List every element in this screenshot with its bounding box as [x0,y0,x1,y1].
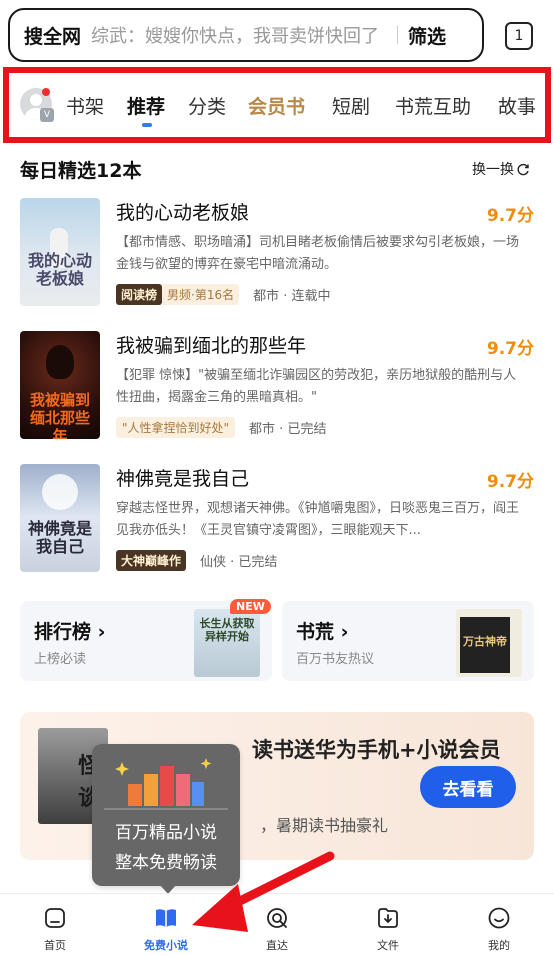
book-description: 【都市情感、职场暗涌】司机目睹老板偷情后被要求勾引老板娘，一场金钱与欲望的博弈在… [116,235,520,272]
nav-item-category[interactable]: 分类 [188,92,226,119]
direct-search-icon [267,908,287,928]
nav-item-short-drama[interactable]: 短剧 [332,92,370,119]
book-shortage-card[interactable]: 书荒 › 百万书友热议 万古神帝 [282,601,534,681]
book-title[interactable]: 我被骗到缅北的那些年 [116,331,306,358]
home-icon [45,908,65,928]
book-item[interactable]: 我被骗到缅北那些年 我被骗到缅北的那些年 9.7分 【犯罪 惊悚】"被骗至缅北诈… [20,331,534,443]
bottom-nav-label: 直达 [266,939,288,952]
book-cover[interactable]: 神佛竟是我自己 [20,464,100,572]
book-meta: 阅读榜 男频·第16名 都市 · 连载中 [116,284,331,305]
nav-item-recommend[interactable]: 推荐 [127,92,165,119]
book-icon [156,909,176,927]
book-cover[interactable]: 我的心动老板娘 [20,198,100,306]
bottom-nav: 首页 免费小说 直达 文件 我的 [0,893,554,956]
cover-title-text: 长生从获取异样开始 [199,617,255,643]
book-cover[interactable]: 我被骗到缅北那些年 [20,331,100,439]
bottom-nav-direct[interactable]: 直达 [222,894,332,956]
book-meta: "人性拿捏恰到好处" 都市 · 已完结 [116,417,326,438]
cover-title-text: 万古神帝 [463,635,507,648]
channel-nav: V 书架 推荐 分类 会员书 短剧 书荒互助 故事 [18,78,538,134]
chevron-right-icon: › [97,621,106,643]
book-genre-status: 仙侠 · 已完结 [200,555,278,570]
book-description: 【犯罪 惊悚】"被骗至缅北诈骗园区的劳改犯，亲历地狱般的酷刑与人性扭曲，揭露金三… [116,368,517,405]
book-genre-status: 都市 · 连载中 [253,289,331,304]
file-download-icon [378,908,398,928]
tooltip-line-1: 百万精品小说 [115,823,217,843]
search-input[interactable]: 搜全网 综武：嫂嫂你快点，我哥卖饼快回了 筛选 [8,8,484,62]
search-row: 搜全网 综武：嫂嫂你快点，我哥卖饼快回了 筛选 1 [0,0,554,64]
book-score: 9.7分 [486,206,534,226]
new-badge: NEW [230,599,271,614]
search-scope-label[interactable]: 搜全网 [24,22,81,49]
card-book-cover: 长生从获取异样开始 [194,609,260,677]
active-tab-indicator [142,123,152,127]
search-divider [397,26,399,44]
go-see-button[interactable]: 去看看 [420,766,516,808]
book-meta: 大神巅峰作 仙侠 · 已完结 [116,550,277,571]
vip-badge: V [40,108,54,122]
tooltip-line-2: 整本免费畅读 [115,853,217,873]
free-novel-tooltip: 百万精品小说 整本免费畅读 [92,744,240,886]
book-title[interactable]: 我的心动老板娘 [116,198,249,225]
banner-subtitle: ，暑期读书抽豪礼 [260,816,389,835]
book-title[interactable]: 神佛竟是我自己 [116,464,249,491]
card-subtitle: 上榜必读 [34,652,87,667]
book-item[interactable]: 神佛竟是我自己 神佛竟是我自己 9.7分 穿越志怪世界，观想诸天神佛。《钟馗嚼鬼… [20,464,534,576]
profile-icon [488,907,510,929]
bottom-nav-label: 首页 [44,939,66,952]
rank-position-tag: 男频·第16名 [162,284,240,305]
bottom-nav-home[interactable]: 首页 [0,894,110,956]
tab-count-button[interactable]: 1 [505,22,533,50]
bottom-nav-profile[interactable]: 我的 [444,894,554,956]
tooltip-divider [104,808,228,810]
bottom-nav-free-novel[interactable]: 免费小说 [111,894,221,956]
chevron-right-icon: › [340,621,349,643]
quote-tag: "人性拿捏恰到好处" [116,417,236,438]
books-illustration-icon [115,758,212,806]
book-score: 9.7分 [486,472,534,492]
book-description: 穿越志怪世界，观想诸天神佛。《钟馗嚼鬼图》，日啖恶鬼三百万，阎王见我亦低头！《王… [116,501,520,538]
nav-item-bookshelf[interactable]: 书架 [66,92,104,119]
section-title: 每日精选12本 [20,160,142,182]
refresh-button[interactable]: 换一换 [472,159,530,179]
refresh-label: 换一换 [472,162,514,178]
bottom-nav-label: 文件 [377,939,399,952]
cover-title-text: 我被骗到缅北那些年 [29,391,90,439]
card-book-cover: 万古神帝 [456,609,522,677]
author-tag: 大神巅峰作 [116,550,187,571]
book-genre-status: 都市 · 已完结 [249,422,327,437]
ranking-card[interactable]: 排行榜 › 上榜必读 长生从获取异样开始 NEW [20,599,272,681]
card-title: 排行榜 › [34,621,106,643]
rank-tag: 阅读榜 [116,284,163,305]
filter-button[interactable]: 筛选 [408,22,446,49]
book-item[interactable]: 我的心动老板娘 我的心动老板娘 9.7分 【都市情感、职场暗涌】司机目睹老板偷情… [20,198,534,310]
bottom-nav-label: 我的 [488,939,510,952]
search-query-text[interactable]: 综武：嫂嫂你快点，我哥卖饼快回了 [91,22,391,48]
book-score: 9.7分 [486,339,534,359]
nav-item-story[interactable]: 故事 [498,92,536,119]
cover-title-text: 神佛竟是我自己 [27,519,92,556]
card-subtitle: 百万书友热议 [296,652,375,667]
bottom-nav-files[interactable]: 文件 [333,894,443,956]
banner-title: 读书送华为手机+小说会员 [252,738,501,762]
bottom-nav-label: 免费小说 [144,939,188,952]
cover-title-text: 我的心动老板娘 [27,251,92,288]
nav-item-vip-books[interactable]: 会员书 [248,92,305,119]
notification-dot [42,88,50,96]
nav-item-book-help[interactable]: 书荒互助 [395,92,471,119]
card-title: 书荒 › [296,621,349,643]
refresh-icon [517,163,529,175]
